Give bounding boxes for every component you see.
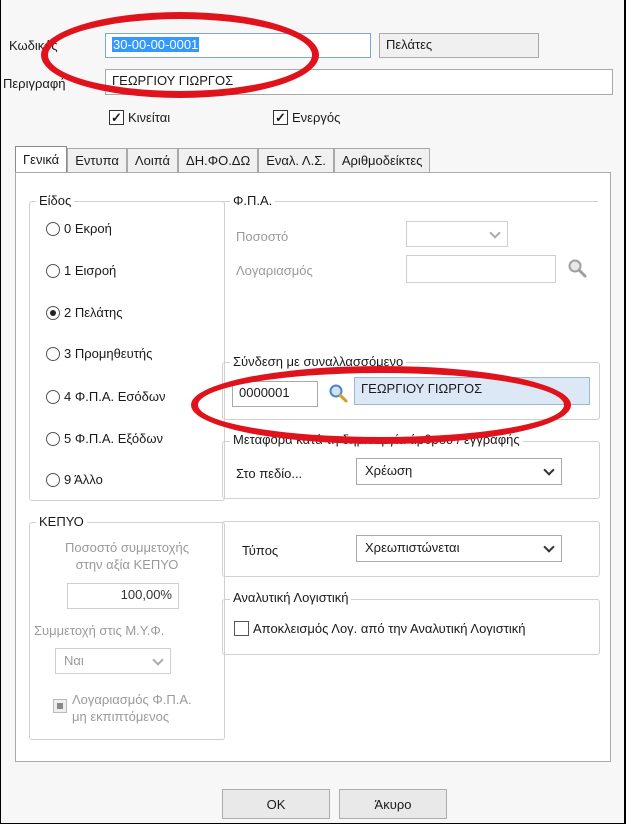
radio-icon bbox=[46, 431, 60, 446]
vat-nondeductible-checkbox[interactable] bbox=[53, 699, 67, 713]
radio-label: 4 Φ.Π.Α. Εσόδων bbox=[64, 389, 166, 404]
radio-customer[interactable]: 2 Πελάτης bbox=[46, 305, 122, 320]
chevron-down-icon bbox=[489, 227, 501, 239]
vat-nondeductible-label-2: μη εκπιπτόμενος bbox=[72, 709, 170, 724]
radio-icon bbox=[46, 389, 60, 404]
vat-account-label: Λογαριασμός bbox=[236, 263, 313, 278]
vat-group-title: Φ.Π.Α. bbox=[230, 193, 276, 208]
check-icon: ✓ bbox=[273, 110, 288, 125]
vat-nondeductible-label: Λογαριασμός Φ.Π.Α. bbox=[72, 692, 192, 707]
radio-label: 9 Άλλο bbox=[64, 472, 103, 487]
radio-selected-icon bbox=[46, 305, 60, 320]
participation-select[interactable]: Ναι bbox=[55, 648, 171, 674]
chevron-down-icon bbox=[152, 654, 164, 666]
tab-alt-chart[interactable]: Εναλ. Λ.Σ. bbox=[258, 148, 334, 172]
radio-other[interactable]: 9 Άλλο bbox=[46, 472, 103, 487]
annotation-oval bbox=[191, 366, 571, 444]
checkbox-icon bbox=[234, 621, 249, 636]
active-checkbox-label: Ενεργός bbox=[292, 110, 341, 125]
moves-checkbox[interactable]: ✓ Κινείται bbox=[109, 110, 170, 125]
participation-label: Συμμετοχή στις Μ.Υ.Φ. bbox=[34, 623, 165, 638]
search-icon[interactable] bbox=[567, 258, 587, 278]
vat-percentage-label: Ποσοστό bbox=[236, 229, 289, 244]
radio-outflow[interactable]: 0 Εκροή bbox=[46, 221, 112, 236]
radio-icon bbox=[46, 263, 60, 278]
analytics-group-title: Αναλυτική Λογιστική bbox=[230, 590, 352, 605]
description-label: Περιγραφή bbox=[3, 76, 66, 91]
radio-vat-expense[interactable]: 5 Φ.Π.Α. Εξόδων bbox=[46, 431, 163, 446]
ok-button[interactable]: OK bbox=[222, 789, 330, 819]
kepyo-percentage-label-2: στην αξία ΚΕΠΥΟ bbox=[75, 557, 179, 572]
tab-general[interactable]: Γενικά bbox=[15, 146, 68, 172]
radio-label: 0 Εκροή bbox=[64, 221, 112, 236]
radio-icon bbox=[46, 346, 60, 361]
vat-account-input[interactable] bbox=[406, 255, 556, 283]
radio-label: 5 Φ.Π.Α. Εξόδων bbox=[64, 431, 163, 446]
annotation-oval bbox=[41, 12, 319, 98]
transfer-field-select[interactable]: Χρέωση bbox=[356, 458, 562, 485]
tab-dhfodo[interactable]: ΔΗ.ΦΟ.ΔΩ bbox=[178, 148, 259, 172]
radio-icon bbox=[46, 472, 60, 487]
radio-supplier[interactable]: 3 Προμηθευτής bbox=[46, 346, 152, 361]
radio-vat-income[interactable]: 4 Φ.Π.Α. Εσόδων bbox=[46, 389, 166, 404]
tab-ratios[interactable]: Αριθμοδείκτες bbox=[333, 148, 431, 172]
radio-label: 1 Εισροή bbox=[64, 263, 117, 278]
active-checkbox[interactable]: ✓ Ενεργός bbox=[273, 110, 340, 125]
radio-label: 2 Πελάτης bbox=[64, 305, 123, 320]
type-value: Χρεωπιστώνεται bbox=[365, 540, 460, 555]
tab-other[interactable]: Λοιπά bbox=[126, 148, 179, 172]
tab-forms[interactable]: Εντυπα bbox=[67, 148, 127, 172]
transfer-field-label: Στο πεδίο... bbox=[236, 466, 303, 481]
account-dialog: Κωδικός 30-00-00-0001 Πελάτες Περιγραφή … bbox=[0, 0, 626, 824]
moves-checkbox-label: Κινείται bbox=[128, 110, 171, 125]
category-field: Πελάτες bbox=[379, 33, 539, 58]
radio-inflow[interactable]: 1 Εισροή bbox=[46, 263, 116, 278]
type-label: Τύπος bbox=[242, 543, 279, 558]
radio-label: 3 Προμηθευτής bbox=[64, 346, 153, 361]
vat-percentage-select[interactable] bbox=[406, 221, 508, 247]
kepyo-percentage-input[interactable]: 100,00% bbox=[67, 583, 179, 609]
general-tab-panel: Είδος 0 Εκροή 1 Εισροή 2 Πελάτης 3 Προμη… bbox=[15, 172, 611, 762]
transfer-field-value: Χρέωση bbox=[365, 463, 413, 478]
kepyo-group-title: ΚΕΠΥΟ bbox=[36, 514, 87, 529]
participation-value: Ναι bbox=[64, 653, 84, 668]
check-icon: ✓ bbox=[109, 110, 124, 125]
vat-group-line bbox=[222, 201, 598, 202]
cancel-button[interactable]: Άκυρο bbox=[339, 789, 447, 819]
analytics-exclude-label: Αποκλεισμός Λογ. από την Αναλυτική Λογισ… bbox=[253, 621, 526, 636]
type-select[interactable]: Χρεωπιστώνεται bbox=[356, 535, 562, 562]
radio-icon bbox=[46, 221, 60, 236]
indeterminate-icon bbox=[57, 703, 63, 709]
chevron-down-icon bbox=[543, 464, 555, 476]
chevron-down-icon bbox=[543, 541, 555, 553]
kepyo-percentage-label: Ποσοστό συμμετοχής bbox=[65, 540, 189, 555]
kind-group-title: Είδος bbox=[36, 193, 75, 208]
analytics-exclude-checkbox[interactable]: Αποκλεισμός Λογ. από την Αναλυτική Λογισ… bbox=[234, 621, 525, 636]
tab-bar: Γενικά Εντυπα Λοιπά ΔΗ.ΦΟ.ΔΩ Εναλ. Λ.Σ. … bbox=[15, 146, 431, 172]
